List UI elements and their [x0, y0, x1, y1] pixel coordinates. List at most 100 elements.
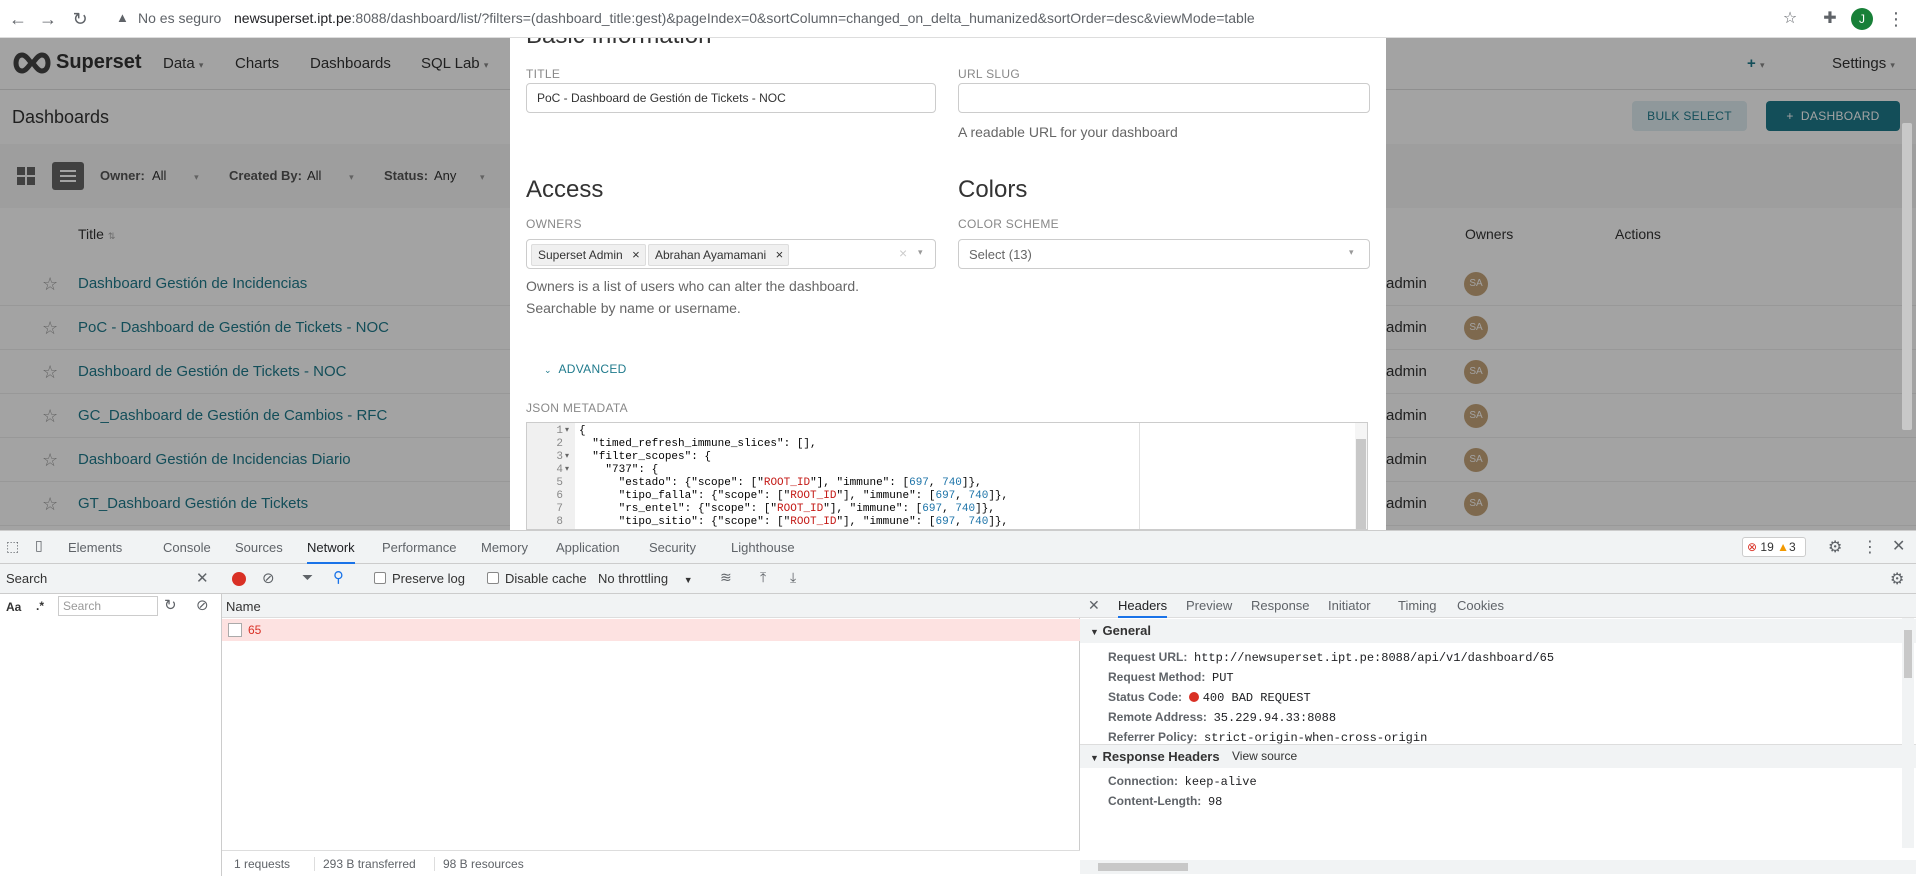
json-metadata-editor[interactable]: 1 ▾ 2 3 ▾ 4 ▾ 5 6 7 8 { "timed_refresh_immune_slic…: [526, 422, 1368, 530]
address-bar[interactable]: ▲ No es seguro newsuperset.ipt.pe:8088/d…: [102, 9, 1782, 29]
more-menu-icon[interactable]: ⋮: [1862, 537, 1878, 557]
devtools-tab-elements[interactable]: Elements: [68, 540, 122, 555]
superset-page: Superset Data ▾ Charts Dashboards SQL La…: [0, 38, 1916, 530]
bookmark-star-icon[interactable]: ☆: [1778, 7, 1802, 31]
view-source-link[interactable]: View source: [1232, 749, 1297, 763]
issues-badge[interactable]: ⊗ 19 ▲3: [1742, 537, 1806, 557]
color-scheme-select[interactable]: Select (13) ▾: [958, 239, 1370, 269]
close-details-icon[interactable]: ✕: [1088, 597, 1100, 614]
general-header-row: Status Code: 400 BAD REQUEST: [1108, 690, 1311, 705]
detail-tab-timing[interactable]: Timing: [1398, 598, 1437, 613]
settings-gear-icon[interactable]: ⚙: [1828, 537, 1842, 557]
summary-transferred: 293 B transferred: [314, 857, 416, 871]
devtools-tab-lighthouse[interactable]: Lighthouse: [731, 540, 795, 555]
owner-tag: Abrahan Ayamamani ×: [648, 244, 790, 266]
filter-icon[interactable]: ⏷: [302, 569, 313, 586]
details-scrollbar[interactable]: [1902, 618, 1914, 848]
caret-down-icon[interactable]: ▾: [918, 247, 923, 258]
export-har-icon[interactable]: ⤓: [790, 569, 796, 586]
title-input[interactable]: PoC - Dashboard de Gestión de Tickets - …: [526, 83, 936, 113]
name-column-header[interactable]: Name: [226, 599, 261, 614]
devtools-tab-console[interactable]: Console: [163, 540, 211, 555]
url-slug-input[interactable]: [958, 83, 1370, 113]
devtools-tab-security[interactable]: Security: [649, 540, 696, 555]
fold-arrow-icon[interactable]: ▾: [565, 425, 569, 434]
remove-tag-icon[interactable]: ×: [776, 245, 784, 265]
network-summary-bar: 1 requests 293 B transferred 98 B resour…: [222, 850, 1080, 876]
disable-cache-label: Disable cache: [505, 571, 587, 586]
fold-arrow-icon[interactable]: ▾: [565, 451, 569, 460]
devtools-tab-network[interactable]: Network: [307, 540, 355, 564]
devtools-tab-performance[interactable]: Performance: [382, 540, 456, 555]
extensions-icon[interactable]: ✚: [1818, 7, 1842, 31]
general-header-row: Request Method: PUT: [1108, 670, 1234, 685]
line-number: 4: [556, 464, 563, 476]
search-icon[interactable]: ⚲: [333, 568, 344, 586]
forward-icon[interactable]: →: [36, 7, 60, 31]
owners-select[interactable]: Superset Admin × Abrahan Ayamamani × × ▾: [526, 239, 936, 269]
regex-toggle[interactable]: .*: [36, 599, 44, 613]
url-slug-label: URL SLUG: [958, 67, 1020, 81]
json-metadata-label: JSON METADATA: [526, 401, 628, 415]
triangle-down-icon: ▼: [1090, 753, 1099, 763]
clear-log-icon[interactable]: ⊘: [262, 569, 275, 587]
search-input[interactable]: Search: [58, 596, 158, 616]
line-number: 1: [556, 425, 563, 437]
status-error-icon: [1188, 692, 1199, 702]
browser-menu-icon[interactable]: ⋮: [1884, 7, 1908, 31]
close-search-icon[interactable]: ✕: [196, 569, 209, 587]
close-devtools-icon[interactable]: ✕: [1892, 536, 1905, 556]
editor-scrollbar-thumb[interactable]: [1356, 439, 1366, 529]
remove-tag-icon[interactable]: ×: [632, 245, 640, 265]
request-file-icon: [228, 623, 242, 637]
profile-avatar[interactable]: J: [1851, 8, 1873, 30]
device-toolbar-icon[interactable]: ▯: [35, 537, 43, 554]
advanced-toggle[interactable]: ⌄ ADVANCED: [544, 362, 627, 376]
devtools-tab-application[interactable]: Application: [556, 540, 620, 555]
import-har-icon[interactable]: ⤒: [760, 569, 766, 586]
code-line: "rs_entel": {"scope": ["ROOT_ID"], "immu…: [579, 503, 995, 515]
devtools-tabbar: ⬚ ▯ Elements Console Sources Network Perform…: [0, 531, 1916, 564]
network-conditions-icon[interactable]: ≋: [720, 569, 732, 586]
reload-icon[interactable]: ↻: [68, 7, 92, 31]
browser-toolbar: ← → ↻ ▲ No es seguro newsuperset.ipt.pe:…: [0, 0, 1916, 38]
detail-tab-initiator[interactable]: Initiator: [1328, 598, 1371, 613]
match-case-toggle[interactable]: Aa: [6, 600, 21, 614]
devtools-tab-memory[interactable]: Memory: [481, 540, 528, 555]
line-number: 6: [556, 490, 563, 502]
details-scrollbar-thumb[interactable]: [1904, 630, 1912, 678]
search-panel-title: Search: [6, 571, 48, 586]
throttling-select[interactable]: No throttling ▼: [598, 571, 693, 586]
url-slug-help: A readable URL for your dashboard: [958, 124, 1178, 140]
network-settings-icon[interactable]: ⚙: [1890, 569, 1904, 589]
editor-scrollbar[interactable]: [1355, 423, 1367, 529]
code-line: "tipo_sitio": {"scope": ["ROOT_ID"], "im…: [579, 516, 1009, 528]
refresh-search-icon[interactable]: ↻: [164, 596, 177, 614]
details-hscrollbar[interactable]: [1080, 860, 1916, 874]
basic-info-heading: Basic Information: [526, 38, 711, 50]
devtools-tab-sources[interactable]: Sources: [235, 540, 283, 555]
detail-tab-response[interactable]: Response: [1251, 598, 1310, 613]
page-scrollbar-thumb[interactable]: [1902, 123, 1912, 430]
response-headers-section-header[interactable]: ▼ Response Headers View source: [1080, 744, 1916, 768]
triangle-down-icon: ▼: [1090, 627, 1099, 637]
general-section-header[interactable]: ▼ General: [1080, 619, 1916, 643]
back-icon[interactable]: ←: [6, 7, 30, 31]
clear-search-icon[interactable]: ⊘: [196, 596, 209, 614]
details-hscrollbar-thumb[interactable]: [1098, 863, 1188, 871]
preserve-log-checkbox[interactable]: [374, 572, 386, 584]
inspect-icon[interactable]: ⬚: [6, 538, 19, 555]
owners-label: OWNERS: [526, 217, 582, 231]
fold-arrow-icon[interactable]: ▾: [565, 464, 569, 473]
disable-cache-checkbox[interactable]: [487, 572, 499, 584]
record-icon[interactable]: [232, 572, 246, 586]
request-name: 65: [248, 623, 262, 637]
request-row[interactable]: 65: [222, 619, 1080, 641]
detail-tab-headers[interactable]: Headers: [1118, 598, 1168, 618]
code-line: "estado": {"scope": ["ROOT_ID"], "immune…: [579, 477, 982, 489]
color-scheme-label: COLOR SCHEME: [958, 217, 1059, 231]
error-icon: ⊗: [1747, 540, 1758, 554]
detail-tab-cookies[interactable]: Cookies: [1457, 598, 1504, 613]
clear-icon[interactable]: ×: [899, 245, 907, 261]
detail-tab-preview[interactable]: Preview: [1186, 598, 1232, 613]
